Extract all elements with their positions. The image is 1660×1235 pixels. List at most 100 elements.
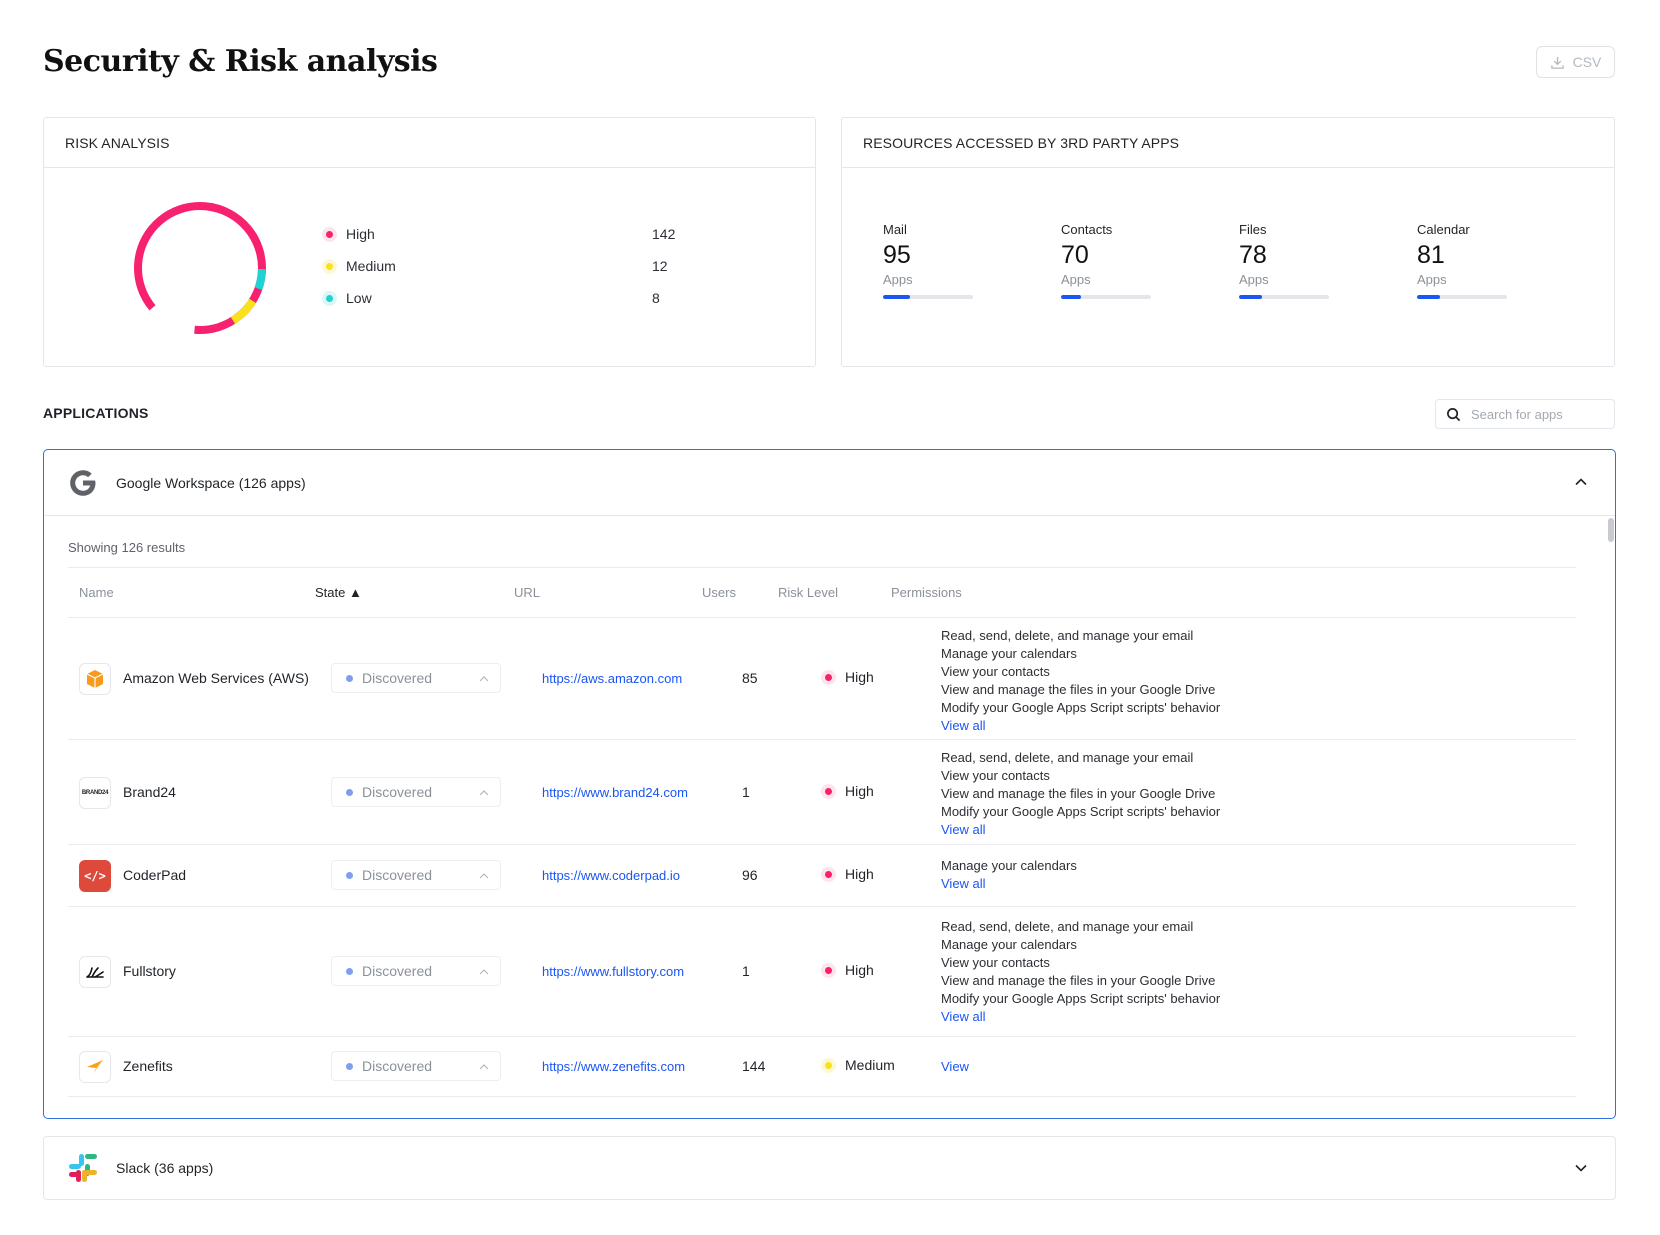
high-risk-dot-icon bbox=[821, 783, 836, 799]
table-scrollbar[interactable] bbox=[1606, 516, 1615, 1118]
applications-title: APPLICATIONS bbox=[43, 405, 149, 421]
coderpad-icon: </> bbox=[79, 860, 111, 892]
risk-label: High bbox=[845, 669, 874, 685]
view-all-link[interactable]: View all bbox=[941, 875, 1077, 893]
high-risk-dot-icon bbox=[821, 962, 836, 978]
chevron-down-icon[interactable] bbox=[1573, 1160, 1589, 1176]
resource-progress bbox=[883, 295, 973, 299]
app-url-link[interactable]: https://aws.amazon.com bbox=[542, 671, 682, 686]
resource-unit: Apps bbox=[883, 272, 913, 287]
state-select[interactable]: Discovered bbox=[331, 956, 501, 986]
app-url-link[interactable]: https://www.fullstory.com bbox=[542, 964, 684, 979]
medium-risk-dot-icon bbox=[821, 1057, 836, 1073]
column-url[interactable]: URL bbox=[514, 585, 540, 600]
donut-segment-medium bbox=[134, 202, 266, 334]
permission-item: Read, send, delete, and manage your emai… bbox=[941, 750, 1194, 765]
view-all-link[interactable]: View all bbox=[941, 1008, 1220, 1026]
app-url-link[interactable]: https://www.zenefits.com bbox=[542, 1059, 685, 1074]
permission-item: View your contacts bbox=[941, 955, 1050, 970]
chevron-up-icon bbox=[479, 1064, 489, 1070]
risk-analysis-card: RISK ANALYSIS High 142 Medium 12 Low 8 bbox=[43, 117, 816, 367]
view-all-link[interactable]: View all bbox=[941, 821, 1220, 839]
zenefits-icon bbox=[79, 1051, 111, 1083]
google-workspace-header[interactable]: Google Workspace (126 apps) bbox=[44, 450, 1615, 516]
permission-item: Manage your calendars bbox=[941, 858, 1077, 873]
risk-level: High bbox=[821, 783, 874, 799]
column-name[interactable]: Name bbox=[79, 585, 114, 600]
permission-item: View and manage the files in your Google… bbox=[941, 973, 1216, 988]
high-risk-dot-icon bbox=[821, 669, 836, 685]
permissions-list: Read, send, delete, and manage your emai… bbox=[941, 918, 1220, 1026]
resource-mail: Mail 95 Apps bbox=[883, 222, 983, 299]
donut-segment-high bbox=[134, 202, 266, 334]
resource-count: 81 bbox=[1417, 241, 1445, 269]
permission-item: View and manage the files in your Google… bbox=[941, 786, 1216, 801]
risk-level: High bbox=[821, 669, 874, 685]
table-header: Name State ▲ URL Users Risk Level Permis… bbox=[68, 567, 1576, 618]
risk-level: High bbox=[821, 866, 874, 882]
chevron-up-icon bbox=[479, 676, 489, 682]
resource-unit: Apps bbox=[1417, 272, 1447, 287]
state-select[interactable]: Discovered bbox=[331, 777, 501, 807]
risk-level: High bbox=[821, 962, 874, 978]
legend-label: Low bbox=[346, 290, 372, 306]
slack-title: Slack (36 apps) bbox=[116, 1160, 214, 1176]
legend-value-medium: 12 bbox=[652, 258, 668, 274]
app-url-link[interactable]: https://www.brand24.com bbox=[542, 785, 688, 800]
permission-item: Manage your calendars bbox=[941, 646, 1077, 661]
brand24-icon: BRAND24 bbox=[79, 777, 111, 809]
aws-icon bbox=[79, 663, 111, 695]
column-risk[interactable]: Risk Level bbox=[778, 585, 838, 600]
app-url-link[interactable]: https://www.coderpad.io bbox=[542, 868, 680, 883]
risk-label: Medium bbox=[845, 1057, 895, 1073]
state-value: Discovered bbox=[362, 963, 433, 979]
app-users: 1 bbox=[742, 784, 750, 800]
view-link[interactable]: View bbox=[941, 1058, 969, 1076]
state-value: Discovered bbox=[362, 867, 433, 883]
risk-analysis-title: RISK ANALYSIS bbox=[44, 118, 815, 168]
table-row: Zenefits Discovered https://www.zenefits… bbox=[68, 1037, 1576, 1097]
search-box[interactable] bbox=[1435, 399, 1615, 429]
permissions-list: Manage your calendars View all bbox=[941, 857, 1077, 893]
legend-label: High bbox=[346, 226, 375, 242]
app-users: 144 bbox=[742, 1058, 766, 1074]
results-count: Showing 126 results bbox=[68, 540, 186, 555]
permission-item: View and manage the files in your Google… bbox=[941, 682, 1216, 697]
column-permissions[interactable]: Permissions bbox=[891, 585, 962, 600]
app-name: Fullstory bbox=[123, 963, 176, 979]
view-all-link[interactable]: View all bbox=[941, 717, 1220, 735]
permissions-list: Read, send, delete, and manage your emai… bbox=[941, 749, 1220, 839]
fullstory-icon bbox=[79, 956, 111, 988]
state-select[interactable]: Discovered bbox=[331, 1051, 501, 1081]
resources-card: RESOURCES ACCESSED BY 3RD PARTY APPS Mai… bbox=[841, 117, 1615, 367]
app-name: CoderPad bbox=[123, 867, 187, 883]
risk-donut-chart bbox=[134, 202, 266, 334]
state-select[interactable]: Discovered bbox=[331, 860, 501, 890]
permission-item: Modify your Google Apps Script scripts' … bbox=[941, 700, 1221, 715]
csv-download-button[interactable]: CSV bbox=[1536, 46, 1615, 78]
app-name: Zenefits bbox=[123, 1058, 173, 1074]
high-risk-dot-icon bbox=[821, 866, 836, 882]
permission-item: Modify your Google Apps Script scripts' … bbox=[941, 991, 1221, 1006]
permission-item: Manage your calendars bbox=[941, 937, 1077, 952]
slack-panel-header[interactable]: Slack (36 apps) bbox=[43, 1136, 1616, 1200]
legend-value-high: 142 bbox=[652, 226, 676, 242]
permission-item: View your contacts bbox=[941, 664, 1050, 679]
risk-label: High bbox=[845, 783, 874, 799]
chevron-up-icon[interactable] bbox=[1573, 474, 1589, 490]
resource-label: Files bbox=[1239, 222, 1267, 237]
column-state[interactable]: State ▲ bbox=[315, 585, 362, 600]
table-row: Amazon Web Services (AWS) Discovered htt… bbox=[68, 618, 1576, 740]
resources-title: RESOURCES ACCESSED BY 3RD PARTY APPS bbox=[842, 118, 1614, 168]
google-workspace-title: Google Workspace (126 apps) bbox=[116, 474, 306, 491]
chevron-up-icon bbox=[479, 790, 489, 796]
state-select[interactable]: Discovered bbox=[331, 663, 501, 693]
app-name: Amazon Web Services (AWS) bbox=[123, 670, 309, 686]
column-users[interactable]: Users bbox=[702, 585, 736, 600]
legend-high: High bbox=[322, 224, 375, 244]
resource-files: Files 78 Apps bbox=[1239, 222, 1339, 299]
risk-level: Medium bbox=[821, 1057, 895, 1073]
table-row: BRAND24 Brand24 Discovered https://www.b… bbox=[68, 740, 1576, 845]
search-input[interactable] bbox=[1471, 406, 1601, 422]
state-value: Discovered bbox=[362, 670, 433, 686]
